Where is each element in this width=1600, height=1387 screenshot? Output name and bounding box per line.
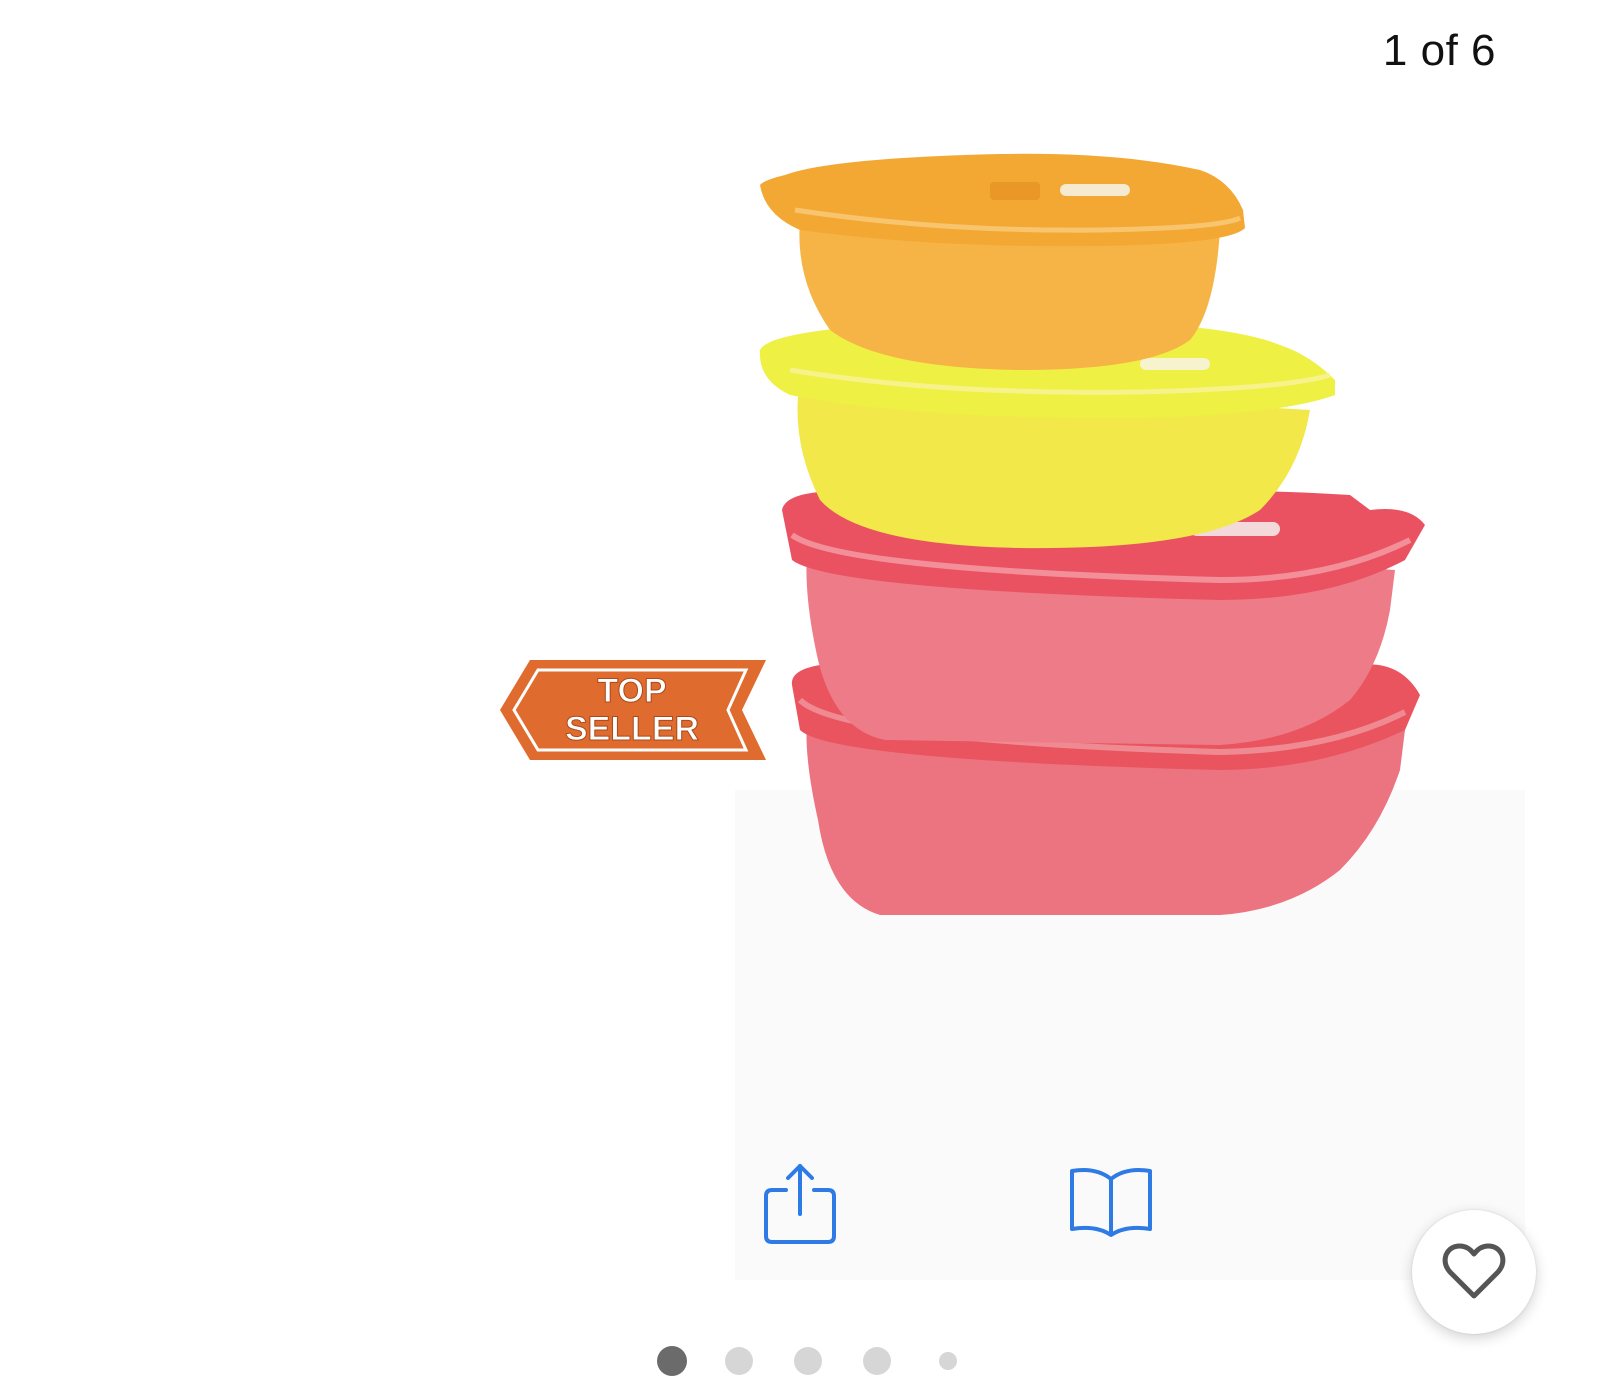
badge-line-top: TOP <box>597 672 666 710</box>
badge-line-seller: SELLER <box>565 710 699 748</box>
favorite-button[interactable] <box>1412 1210 1536 1334</box>
page-dot-2[interactable] <box>725 1347 753 1375</box>
page-dot-4[interactable] <box>863 1347 891 1375</box>
book-open-icon[interactable] <box>1066 1165 1156 1240</box>
top-seller-badge: TOP SELLER <box>500 660 766 760</box>
page-dot-3[interactable] <box>794 1347 822 1375</box>
page-dot-5[interactable] <box>939 1352 957 1370</box>
share-icon[interactable] <box>760 1160 840 1250</box>
page-dot-1[interactable] <box>657 1346 687 1376</box>
image-viewer: 1 of 6 TOP SELLER <box>0 0 1600 1387</box>
heart-outline-icon <box>1442 1243 1506 1299</box>
image-counter: 1 of 6 <box>1382 26 1496 75</box>
product-image[interactable]: TOP SELLER <box>500 140 1480 960</box>
pagination-dots <box>0 1346 1600 1376</box>
